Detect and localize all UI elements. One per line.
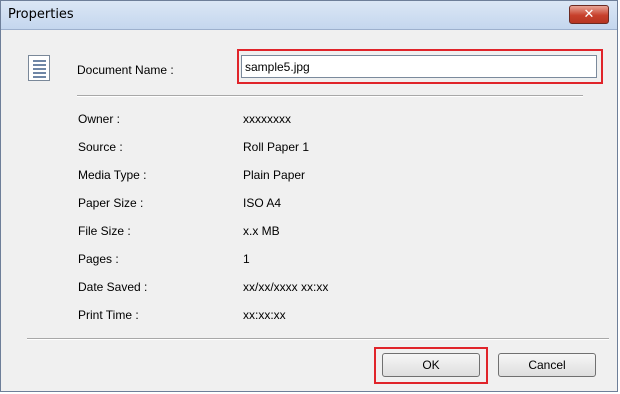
pages-value: 1	[243, 252, 250, 266]
paper-size-label: Paper Size :	[78, 196, 144, 210]
window-title: Properties	[8, 7, 74, 22]
document-icon	[28, 55, 50, 81]
paper-size-value: ISO A4	[243, 196, 282, 210]
media-type-value: Plain Paper	[243, 168, 306, 182]
close-button[interactable]: ✕	[569, 5, 609, 24]
print-time-label: Print Time :	[78, 308, 139, 322]
date-saved-label: Date Saved :	[78, 280, 148, 294]
ok-button[interactable]: OK	[382, 353, 480, 377]
pages-label: Pages :	[78, 252, 119, 266]
properties-dialog: Properties ✕ Document Name : Owner : xxx…	[0, 0, 618, 392]
owner-label: Owner :	[78, 112, 121, 126]
print-time-value: xx:xx:xx	[243, 308, 286, 322]
separator-bottom	[27, 338, 609, 340]
document-name-input[interactable]	[241, 55, 597, 78]
source-value: Roll Paper 1	[243, 140, 310, 154]
title-bar[interactable]: Properties ✕	[1, 1, 617, 30]
date-saved-value: xx/xx/xxxx xx:xx	[243, 280, 329, 294]
close-icon: ✕	[583, 7, 595, 22]
file-size-label: File Size :	[78, 224, 131, 238]
document-name-label: Document Name :	[77, 63, 174, 77]
file-size-value: x.x MB	[243, 224, 280, 238]
separator-top	[77, 95, 583, 97]
media-type-label: Media Type :	[78, 168, 147, 182]
owner-value: xxxxxxxx	[243, 112, 291, 126]
source-label: Source :	[78, 140, 123, 154]
cancel-button[interactable]: Cancel	[498, 353, 596, 377]
